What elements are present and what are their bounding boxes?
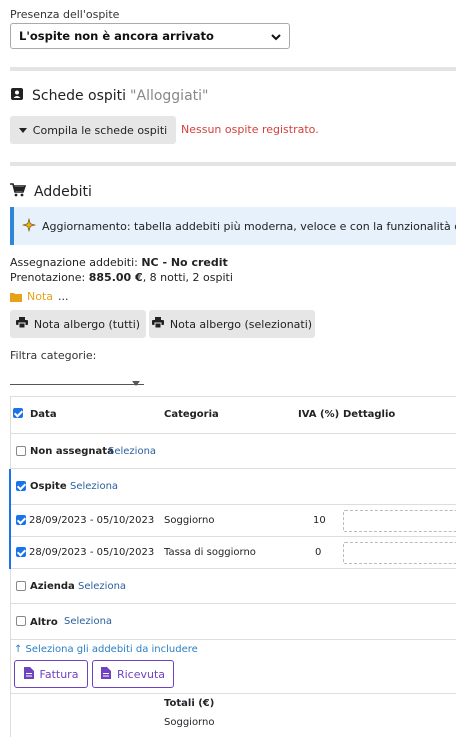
selected-indicator [9, 469, 11, 505]
row-vat: 10 [313, 515, 326, 526]
no-guests-error: Nessun ospite registrato. [181, 123, 319, 136]
caret-down-icon [132, 371, 140, 390]
divider [10, 162, 456, 166]
hotel-note-all-button[interactable]: Nota albergo (tutti) [10, 310, 146, 338]
charges-header: Addebiti [10, 183, 92, 201]
shopping-cart-icon [10, 183, 27, 201]
note-label[interactable]: Nota [27, 290, 53, 303]
group-checkbox-company[interactable] [16, 581, 26, 591]
row-checkbox[interactable] [16, 547, 26, 557]
invoice-button[interactable]: Fattura [14, 660, 88, 688]
presence-select[interactable]: L'ospite non è ancora arrivato [10, 23, 290, 49]
group-label-unassigned: Non assegnata [30, 446, 114, 457]
group-row-guest: Ospite Seleziona [9, 469, 456, 505]
booking-details: , 8 notti, 2 ospiti [142, 271, 233, 284]
row-checkbox[interactable] [16, 515, 26, 525]
group-row-other: Altro Seleziona [10, 604, 456, 640]
print-icon [15, 317, 28, 331]
detail-input[interactable] [343, 542, 456, 564]
group-label-company: Azienda [30, 581, 75, 592]
filter-categories-label: Filtra categorie: [10, 349, 97, 362]
header-date: Data [30, 409, 57, 420]
hotel-note-all-label: Nota albergo (tutti) [33, 317, 141, 331]
row-category: Soggiorno [164, 515, 215, 526]
selected-indicator [9, 537, 11, 569]
divider [10, 67, 456, 71]
sparkle-icon [21, 217, 37, 235]
header-category: Categoria [164, 409, 219, 420]
group-label-guest: Ospite [30, 481, 67, 492]
row-category: Tassa di soggiorno [164, 547, 256, 558]
group-row-company: Azienda Seleziona [10, 569, 456, 604]
fill-guest-cards-label: Compila le schede ospiti [32, 123, 168, 137]
receipt-button[interactable]: Ricevuta [92, 660, 174, 688]
group-checkbox-other[interactable] [16, 616, 26, 626]
table-header-row: Data Categoria IVA (%) Dettaglio [10, 396, 456, 434]
totals-row-label: Soggiorno [164, 717, 215, 728]
presence-selected-value: L'ospite non è ancora arrivato [19, 29, 214, 43]
selected-indicator [9, 505, 11, 537]
booking-label: Prenotazione: [10, 271, 86, 284]
divider [10, 693, 456, 694]
document-icon [100, 666, 111, 682]
note-row[interactable]: Nota ... [10, 287, 69, 306]
group-checkbox-unassigned[interactable] [16, 446, 26, 456]
select-link-other[interactable]: Seleziona [64, 616, 112, 627]
chevron-down-icon [271, 31, 281, 45]
group-row-unassigned: Non assegnata Seleziona [10, 434, 456, 469]
totals-label: Totali (€) [164, 698, 215, 709]
hotel-note-selected-button[interactable]: Nota albergo (selezionati) [149, 310, 315, 338]
charges-title: Addebiti [34, 184, 92, 200]
assignment-value: NC - No credit [141, 256, 228, 269]
detail-input[interactable] [343, 510, 456, 532]
fill-guest-cards-button[interactable]: Compila le schede ospiti [10, 116, 176, 144]
row-vat: 0 [315, 547, 322, 558]
select-link-unassigned[interactable]: Seleziona [108, 446, 156, 457]
select-charges-hint[interactable]: ↑ Seleziona gli addebiti da includere [14, 644, 198, 655]
table-row: 28/09/2023 - 05/10/2023 Tassa di soggior… [9, 537, 456, 569]
select-all-checkbox[interactable] [13, 408, 23, 418]
assignment-label: Assegnazione addebiti: [10, 256, 138, 269]
caret-down-icon [18, 124, 27, 137]
select-link-guest[interactable]: Seleziona [70, 481, 118, 492]
group-checkbox-guest[interactable] [16, 481, 26, 491]
document-icon [23, 666, 34, 682]
invoice-label: Fattura [39, 667, 79, 681]
booking-amount: 885.00 € [88, 271, 143, 284]
header-detail: Dettaglio [343, 409, 396, 420]
update-info-text: Aggiornamento: tabella addebiti più mode… [42, 219, 456, 233]
filter-categories-select[interactable] [10, 363, 144, 386]
receipt-label: Ricevuta [116, 667, 166, 681]
group-label-other: Altro [30, 617, 58, 628]
note-more[interactable]: ... [58, 290, 69, 303]
update-info-banner: Aggiornamento: tabella addebiti più mode… [10, 207, 456, 245]
presence-label: Presenza dell'ospite [10, 8, 120, 21]
booking-line: Prenotazione: 885.00 €, 8 notti, 2 ospit… [10, 271, 233, 284]
hotel-note-selected-label: Nota albergo (selezionati) [169, 317, 313, 331]
folder-icon [10, 287, 22, 306]
select-link-company[interactable]: Seleziona [78, 581, 126, 592]
header-vat: IVA (%) [298, 409, 340, 420]
assignment-line: Assegnazione addebiti: NC - No credit [10, 256, 228, 269]
table-row: 28/09/2023 - 05/10/2023 Soggiorno 10 [9, 505, 456, 537]
id-card-icon [10, 87, 24, 105]
row-date: 28/09/2023 - 05/10/2023 [29, 547, 155, 558]
row-date: 28/09/2023 - 05/10/2023 [29, 515, 155, 526]
guest-cards-subtitle: "Alloggiati" [130, 88, 209, 104]
guest-cards-header: Schede ospiti "Alloggiati" [10, 87, 208, 105]
print-icon [151, 317, 164, 331]
guest-cards-title: Schede ospiti [32, 88, 127, 104]
